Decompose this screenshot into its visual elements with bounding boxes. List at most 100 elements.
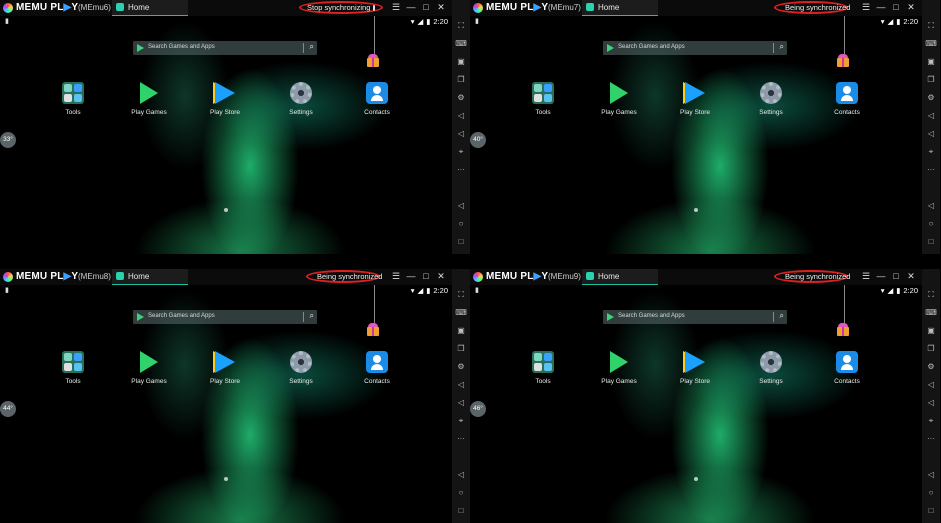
- search-icon[interactable]: ⌕: [310, 42, 314, 52]
- close-icon[interactable]: ✕: [906, 271, 916, 282]
- app-settings[interactable]: Settings: [281, 82, 321, 116]
- tab-home[interactable]: Home: [582, 0, 658, 17]
- settings-icon[interactable]: ⚙: [452, 93, 470, 103]
- keyboard-icon[interactable]: ⌨: [452, 308, 470, 318]
- android-screen[interactable]: ▮ ▾ ◢ ▮ 2:20 Search Games and Apps ⌕ Too…: [470, 16, 922, 254]
- volume-down-icon[interactable]: ◁: [922, 380, 940, 390]
- more-icon[interactable]: ···: [452, 434, 470, 444]
- app-contacts[interactable]: Contacts: [827, 82, 867, 116]
- back-icon[interactable]: ◁: [922, 470, 940, 480]
- volume-up-icon[interactable]: ◁: [922, 129, 940, 139]
- fullscreen-icon[interactable]: ⛶: [922, 290, 940, 300]
- settings-icon[interactable]: ⚙: [922, 93, 940, 103]
- close-icon[interactable]: ✕: [436, 271, 446, 282]
- apk-icon[interactable]: ▣: [452, 326, 470, 336]
- minimize-icon[interactable]: —: [876, 2, 886, 13]
- close-icon[interactable]: ✕: [906, 2, 916, 13]
- app-settings[interactable]: Settings: [751, 351, 791, 385]
- sync-status-badge[interactable]: Being synchronized: [774, 270, 850, 283]
- sync-status-badge[interactable]: Being synchronized: [306, 270, 382, 283]
- volume-down-icon[interactable]: ◁: [452, 380, 470, 390]
- settings-icon[interactable]: ⚙: [452, 362, 470, 372]
- gift-icon[interactable]: [836, 323, 850, 336]
- android-screen[interactable]: ▮ ▾ ◢ ▮ 2:20 Search Games and Apps ⌕ Too…: [470, 285, 922, 523]
- app-tools[interactable]: Tools: [523, 82, 563, 116]
- home-icon[interactable]: ○: [452, 488, 470, 498]
- apk-icon[interactable]: ▣: [922, 326, 940, 336]
- menu-icon[interactable]: ☰: [391, 271, 401, 282]
- location-icon[interactable]: ⌖: [452, 147, 470, 157]
- search-icon[interactable]: ⌕: [780, 311, 784, 321]
- app-contacts[interactable]: Contacts: [357, 82, 397, 116]
- volume-up-icon[interactable]: ◁: [452, 129, 470, 139]
- back-icon[interactable]: ◁: [452, 470, 470, 480]
- app-play-store[interactable]: Play Store: [205, 82, 245, 116]
- multi-window-icon[interactable]: ❐: [452, 75, 470, 85]
- multi-window-icon[interactable]: ❐: [922, 75, 940, 85]
- minimize-icon[interactable]: —: [406, 2, 416, 13]
- volume-down-icon[interactable]: ◁: [922, 111, 940, 121]
- tab-home[interactable]: Home: [112, 269, 188, 286]
- app-play-store[interactable]: Play Store: [205, 351, 245, 385]
- back-icon[interactable]: ◁: [922, 201, 940, 211]
- search-bar[interactable]: Search Games and Apps ⌕: [603, 310, 787, 324]
- app-play-games[interactable]: Play Games: [129, 351, 169, 385]
- app-settings[interactable]: Settings: [281, 351, 321, 385]
- location-icon[interactable]: ⌖: [452, 416, 470, 426]
- app-play-games[interactable]: Play Games: [599, 351, 639, 385]
- app-tools[interactable]: Tools: [53, 82, 93, 116]
- menu-icon[interactable]: ☰: [861, 2, 871, 13]
- app-play-store[interactable]: Play Store: [675, 82, 715, 116]
- volume-up-icon[interactable]: ◁: [922, 398, 940, 408]
- close-icon[interactable]: ✕: [436, 2, 446, 13]
- keyboard-icon[interactable]: ⌨: [922, 308, 940, 318]
- app-play-store[interactable]: Play Store: [675, 351, 715, 385]
- home-icon[interactable]: ○: [922, 488, 940, 498]
- android-screen[interactable]: ▮ ▾ ◢ ▮ 2:20 Search Games and Apps ⌕ Too…: [0, 16, 452, 254]
- apk-icon[interactable]: ▣: [452, 57, 470, 67]
- more-icon[interactable]: ···: [922, 434, 940, 444]
- fullscreen-icon[interactable]: ⛶: [922, 21, 940, 31]
- menu-icon[interactable]: ☰: [861, 271, 871, 282]
- maximize-icon[interactable]: □: [421, 271, 431, 282]
- volume-up-icon[interactable]: ◁: [452, 398, 470, 408]
- cpu-temperature-badge[interactable]: 46°: [470, 401, 486, 417]
- more-icon[interactable]: ···: [922, 165, 940, 175]
- gift-icon[interactable]: [366, 54, 380, 67]
- tab-home[interactable]: Home: [112, 0, 188, 17]
- apk-icon[interactable]: ▣: [922, 57, 940, 67]
- keyboard-icon[interactable]: ⌨: [452, 39, 470, 49]
- stop-synchronizing-button[interactable]: Stop synchronizing: [299, 1, 383, 14]
- multi-window-icon[interactable]: ❐: [922, 344, 940, 354]
- search-icon[interactable]: ⌕: [780, 42, 784, 52]
- gift-icon[interactable]: [836, 54, 850, 67]
- settings-icon[interactable]: ⚙: [922, 362, 940, 372]
- app-settings[interactable]: Settings: [751, 82, 791, 116]
- app-contacts[interactable]: Contacts: [357, 351, 397, 385]
- menu-icon[interactable]: ☰: [391, 2, 401, 13]
- minimize-icon[interactable]: —: [406, 271, 416, 282]
- minimize-icon[interactable]: —: [876, 271, 886, 282]
- search-bar[interactable]: Search Games and Apps ⌕: [133, 41, 317, 55]
- fullscreen-icon[interactable]: ⛶: [452, 290, 470, 300]
- back-icon[interactable]: ◁: [452, 201, 470, 211]
- more-icon[interactable]: ···: [452, 165, 470, 175]
- recents-icon[interactable]: □: [452, 237, 470, 247]
- recents-icon[interactable]: □: [922, 506, 940, 516]
- search-icon[interactable]: ⌕: [310, 311, 314, 321]
- volume-down-icon[interactable]: ◁: [452, 111, 470, 121]
- app-play-games[interactable]: Play Games: [599, 82, 639, 116]
- cpu-temperature-badge[interactable]: 44°: [0, 401, 16, 417]
- maximize-icon[interactable]: □: [891, 271, 901, 282]
- multi-window-icon[interactable]: ❐: [452, 344, 470, 354]
- cpu-temperature-badge[interactable]: 33°: [0, 132, 16, 148]
- maximize-icon[interactable]: □: [891, 2, 901, 13]
- app-tools[interactable]: Tools: [53, 351, 93, 385]
- fullscreen-icon[interactable]: ⛶: [452, 21, 470, 31]
- search-bar[interactable]: Search Games and Apps ⌕: [133, 310, 317, 324]
- app-play-games[interactable]: Play Games: [129, 82, 169, 116]
- recents-icon[interactable]: □: [922, 237, 940, 247]
- keyboard-icon[interactable]: ⌨: [922, 39, 940, 49]
- location-icon[interactable]: ⌖: [922, 147, 940, 157]
- tab-home[interactable]: Home: [582, 269, 658, 286]
